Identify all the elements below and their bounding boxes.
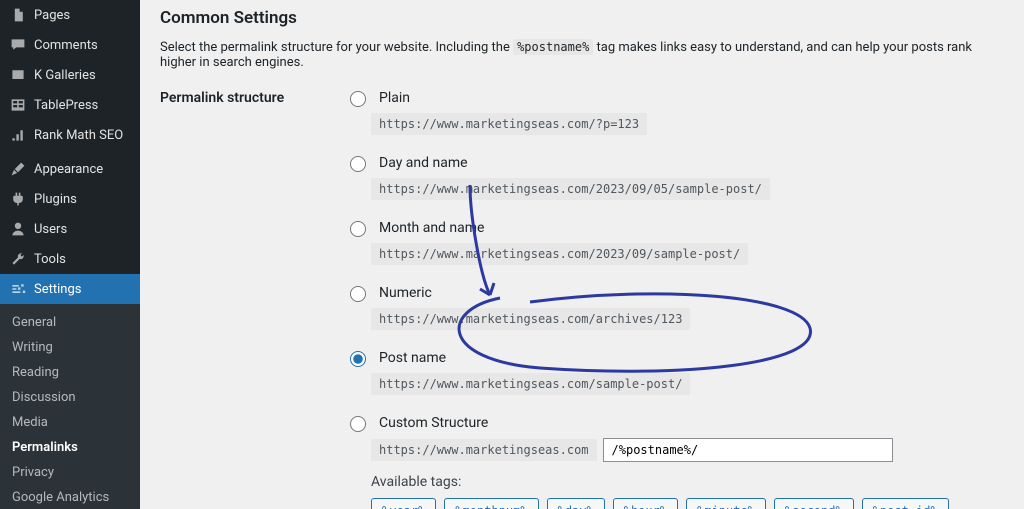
option-label: Plain xyxy=(379,90,410,106)
sidebar-item-label: Comments xyxy=(34,38,98,53)
option-label: Post name xyxy=(379,350,446,366)
example-url: https://www.marketingseas.com/2023/09/05… xyxy=(371,178,770,200)
custom-structure-input[interactable] xyxy=(603,438,893,462)
option-post-name: Post name https://www.marketingseas.com/… xyxy=(345,348,1004,395)
sidebar-item-label: Pages xyxy=(34,8,70,23)
page-root: Pages Comments K Galleries TablePress Ra… xyxy=(0,0,1024,509)
tag-button-hour[interactable]: %hour% xyxy=(613,498,678,509)
plug-icon xyxy=(9,191,27,207)
example-url: https://www.marketingseas.com/?p=123 xyxy=(371,113,647,135)
wrench-icon xyxy=(9,251,27,267)
option-label: Custom Structure xyxy=(379,415,488,431)
sidebar-item-label: K Galleries xyxy=(34,68,96,83)
example-url: https://www.marketingseas.com/2023/09/sa… xyxy=(371,243,748,265)
example-url: https://www.marketingseas.com/archives/1… xyxy=(371,308,690,330)
sidebar-item-label: Tools xyxy=(34,252,66,267)
sidebar-item-label: Users xyxy=(34,222,67,237)
main-content: Common Settings Select the permalink str… xyxy=(140,0,1024,509)
sidebar-item-label: Appearance xyxy=(34,162,103,177)
chart-icon xyxy=(9,127,27,143)
radio-custom[interactable] xyxy=(350,416,366,432)
submenu-general[interactable]: General xyxy=(0,310,140,335)
radio-numeric[interactable] xyxy=(350,286,366,302)
submenu-discussion[interactable]: Discussion xyxy=(0,385,140,410)
sidebar-item-users[interactable]: Users xyxy=(0,214,140,244)
sidebar-item-pages[interactable]: Pages xyxy=(0,0,140,30)
comments-icon xyxy=(9,37,27,53)
radio-post-name[interactable] xyxy=(350,351,366,367)
sidebar-item-tools[interactable]: Tools xyxy=(0,244,140,274)
submenu-writing[interactable]: Writing xyxy=(0,335,140,360)
submenu-privacy[interactable]: Privacy xyxy=(0,460,140,485)
sidebar-item-rankmath[interactable]: Rank Math SEO xyxy=(0,120,140,150)
example-url: https://www.marketingseas.com/sample-pos… xyxy=(371,373,690,395)
user-icon xyxy=(9,221,27,237)
radio-plain[interactable] xyxy=(350,91,366,107)
option-numeric: Numeric https://www.marketingseas.com/ar… xyxy=(345,283,1004,330)
sidebar-item-plugins[interactable]: Plugins xyxy=(0,184,140,214)
sidebar-item-label: Plugins xyxy=(34,192,77,207)
sidebar-item-label: Rank Math SEO xyxy=(34,128,123,143)
section-title: Common Settings xyxy=(160,8,1004,28)
sidebar-item-tablepress[interactable]: TablePress xyxy=(0,90,140,120)
sidebar-item-settings[interactable]: Settings xyxy=(0,274,140,304)
option-day-name: Day and name https://www.marketingseas.c… xyxy=(345,153,1004,200)
tag-button-post_id[interactable]: %post_id% xyxy=(862,498,949,509)
admin-sidebar: Pages Comments K Galleries TablePress Ra… xyxy=(0,0,140,509)
tag-button-minute[interactable]: %minute% xyxy=(686,498,766,509)
permalink-structure-row: Permalink structure Plain https://www.ma… xyxy=(160,88,1004,509)
pages-icon xyxy=(9,7,27,23)
sidebar-item-comments[interactable]: Comments xyxy=(0,30,140,60)
available-tags-label: Available tags: xyxy=(371,474,1004,490)
postname-tag-chip: %postname% xyxy=(513,39,593,55)
option-custom: Custom Structure https://www.marketingse… xyxy=(345,413,1004,509)
sidebar-item-appearance[interactable]: Appearance xyxy=(0,154,140,184)
tag-button-day[interactable]: %day% xyxy=(547,498,605,509)
sidebar-item-label: TablePress xyxy=(34,98,98,113)
option-plain: Plain https://www.marketingseas.com/?p=1… xyxy=(345,88,1004,135)
permalink-options: Plain https://www.marketingseas.com/?p=1… xyxy=(345,88,1004,509)
submenu-google-analytics[interactable]: Google Analytics xyxy=(0,485,140,509)
section-description: Select the permalink structure for your … xyxy=(160,40,1004,70)
sliders-icon xyxy=(9,281,27,297)
radio-month-name[interactable] xyxy=(350,221,366,237)
submenu-reading[interactable]: Reading xyxy=(0,360,140,385)
tag-button-monthnum[interactable]: %monthnum% xyxy=(444,498,538,509)
option-label: Numeric xyxy=(379,285,432,301)
available-tags: %year% %monthnum% %day% %hour% %minute% %seco… xyxy=(371,498,1004,509)
sidebar-item-label: Settings xyxy=(34,282,81,297)
radio-day-name[interactable] xyxy=(350,156,366,172)
brush-icon xyxy=(9,161,27,177)
sidebar-item-kgalleries[interactable]: K Galleries xyxy=(0,60,140,90)
tag-button-second[interactable]: %second% xyxy=(774,498,854,509)
option-label: Day and name xyxy=(379,155,468,171)
submenu-media[interactable]: Media xyxy=(0,410,140,435)
permalink-structure-label: Permalink structure xyxy=(160,88,345,106)
gallery-icon xyxy=(9,67,27,83)
submenu-permalinks[interactable]: Permalinks xyxy=(0,435,140,460)
settings-submenu: General Writing Reading Discussion Media… xyxy=(0,304,140,509)
option-month-name: Month and name https://www.marketingseas… xyxy=(345,218,1004,265)
table-icon xyxy=(9,97,27,113)
custom-base: https://www.marketingseas.com xyxy=(371,439,597,461)
option-label: Month and name xyxy=(379,220,484,236)
tag-button-year[interactable]: %year% xyxy=(371,498,436,509)
